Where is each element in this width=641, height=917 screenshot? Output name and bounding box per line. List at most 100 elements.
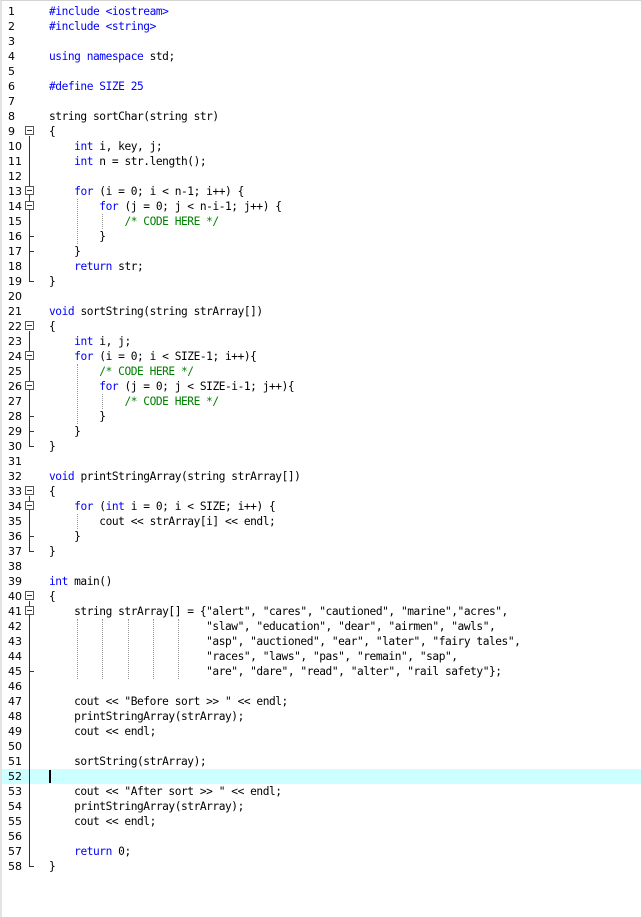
code-text[interactable]: for (int i = 0; i < SIZE; i++) { xyxy=(49,499,276,514)
code-editor[interactable]: 1 #include <iostream> 2 #include <string> 3 4… xyxy=(0,0,641,917)
code-line[interactable]: 31 xyxy=(2,454,641,469)
code-line[interactable]: 12 xyxy=(2,169,641,184)
code-line[interactable]: 16 } xyxy=(2,229,641,244)
code-text[interactable]: cout << endl; xyxy=(49,814,156,829)
code-line[interactable]: 11 int n = str.length(); xyxy=(2,154,641,169)
code-line[interactable]: 56 xyxy=(2,829,641,844)
collapse-icon[interactable] xyxy=(25,381,34,390)
code-text[interactable]: for (i = 0; i < n-1; i++) { xyxy=(49,184,244,199)
code-line[interactable]: 55 cout << endl; xyxy=(2,814,641,829)
code-text[interactable]: int i, j; xyxy=(49,334,131,349)
code-line[interactable]: 32 void printStringArray(string strArray[… xyxy=(2,469,641,484)
code-text[interactable]: printStringArray(strArray); xyxy=(49,799,244,814)
code-line[interactable]: 1 #include <iostream> xyxy=(2,4,641,19)
code-line[interactable]: 15 /* CODE HERE */ xyxy=(2,214,641,229)
code-text[interactable]: cout << strArray[i] << endl; xyxy=(49,514,275,529)
code-text[interactable]: { xyxy=(49,319,56,334)
code-text[interactable]: for (j = 0; j < n-i-1; j++) { xyxy=(49,199,282,214)
code-line[interactable]: 43 "asp", "auctioned", "ear", "later", "… xyxy=(2,634,641,649)
code-line[interactable]: 38 xyxy=(2,559,641,574)
code-text[interactable]: } xyxy=(49,244,81,259)
code-line[interactable]: 26 for (j = 0; j < SIZE-i-1; j++){ xyxy=(2,379,641,394)
code-line[interactable]: 30} xyxy=(2,439,641,454)
collapse-icon[interactable] xyxy=(25,321,34,330)
code-line[interactable]: 4 using namespace std; xyxy=(2,49,641,64)
code-text[interactable]: /* CODE HERE */ xyxy=(49,214,219,229)
code-text[interactable]: sortString(strArray); xyxy=(49,754,206,769)
code-text[interactable]: for (i = 0; i < SIZE-1; i++){ xyxy=(49,349,257,364)
code-line[interactable]: 58} xyxy=(2,859,641,874)
code-text[interactable]: "asp", "auctioned", "ear", "later", "fai… xyxy=(49,634,521,649)
code-text[interactable]: using namespace std; xyxy=(49,49,175,64)
code-line[interactable]: 40 { xyxy=(2,589,641,604)
code-text[interactable]: int main() xyxy=(49,574,112,589)
code-line[interactable]: 28 } xyxy=(2,409,641,424)
code-line[interactable]: 33 { xyxy=(2,484,641,499)
code-line[interactable]: 44 "races", "laws", "pas", "remain", "sa… xyxy=(2,649,641,664)
collapse-icon[interactable] xyxy=(25,606,34,615)
code-line[interactable]: 7 xyxy=(2,94,641,109)
code-line[interactable]: 36 } xyxy=(2,529,641,544)
code-line[interactable]: 13 for (i = 0; i < n-1; i++) { xyxy=(2,184,641,199)
code-text[interactable]: void printStringArray(string strArray[]) xyxy=(49,469,301,484)
collapse-icon[interactable] xyxy=(25,351,34,360)
code-text[interactable]: { xyxy=(49,124,56,139)
collapse-icon[interactable] xyxy=(25,591,34,600)
code-line[interactable]: 24 for (i = 0; i < SIZE-1; i++){ xyxy=(2,349,641,364)
code-line[interactable]: 35 cout << strArray[i] << endl; xyxy=(2,514,641,529)
code-line[interactable]: 3 xyxy=(2,34,641,49)
code-text[interactable]: return 0; xyxy=(49,844,131,859)
code-text[interactable]: /* CODE HERE */ xyxy=(49,394,219,409)
code-text[interactable]: #include <iostream> xyxy=(49,4,169,19)
code-text[interactable]: cout << "After sort >> " << endl; xyxy=(49,784,282,799)
collapse-icon[interactable] xyxy=(25,126,34,135)
code-line[interactable]: 48 printStringArray(strArray); xyxy=(2,709,641,724)
code-text[interactable]: } xyxy=(49,529,81,544)
code-line[interactable]: 27 /* CODE HERE */ xyxy=(2,394,641,409)
code-text[interactable]: void sortString(string strArray[]) xyxy=(49,304,263,319)
code-text[interactable]: int n = str.length(); xyxy=(49,154,206,169)
code-line[interactable]: 19} xyxy=(2,274,641,289)
collapse-icon[interactable] xyxy=(25,501,34,510)
code-line[interactable]: 8 string sortChar(string str) xyxy=(2,109,641,124)
code-line[interactable]: 39 int main() xyxy=(2,574,641,589)
code-line[interactable]: 45 "are", "dare", "read", "alter", "rail… xyxy=(2,664,641,679)
code-line[interactable]: 41 string strArray[] = {"alert", "cares"… xyxy=(2,604,641,619)
code-line[interactable]: 34 for (int i = 0; i < SIZE; i++) { xyxy=(2,499,641,514)
code-line[interactable]: 14 for (j = 0; j < n-i-1; j++) { xyxy=(2,199,641,214)
code-text[interactable]: "are", "dare", "read", "alter", "rail sa… xyxy=(49,664,502,679)
code-text[interactable]: cout << endl; xyxy=(49,724,156,739)
code-text[interactable]: "races", "laws", "pas", "remain", "sap", xyxy=(49,649,458,664)
code-line[interactable]: 49 cout << endl; xyxy=(2,724,641,739)
code-text[interactable]: /* CODE HERE */ xyxy=(49,364,194,379)
code-text[interactable]: } xyxy=(49,544,56,559)
code-line[interactable]: 25 /* CODE HERE */ xyxy=(2,364,641,379)
current-line[interactable]: 52 xyxy=(2,769,641,784)
code-text[interactable]: { xyxy=(49,589,56,604)
code-text[interactable]: } xyxy=(49,274,56,289)
code-line[interactable]: 53 cout << "After sort >> " << endl; xyxy=(2,784,641,799)
code-text[interactable]: { xyxy=(49,484,56,499)
code-text[interactable]: string strArray[] = {"alert", "cares", "… xyxy=(49,604,508,619)
code-text[interactable]: int i, key, j; xyxy=(49,139,162,154)
collapse-icon[interactable] xyxy=(25,201,34,210)
code-line[interactable]: 5 xyxy=(2,64,641,79)
code-line[interactable]: 22 { xyxy=(2,319,641,334)
code-text[interactable]: } xyxy=(49,859,56,874)
code-line[interactable]: 6 #define SIZE 25 xyxy=(2,79,641,94)
code-line[interactable]: 17 } xyxy=(2,244,641,259)
code-line[interactable]: 37} xyxy=(2,544,641,559)
code-line[interactable]: 29 } xyxy=(2,424,641,439)
code-line[interactable]: 46 xyxy=(2,679,641,694)
code-line[interactable]: 21 void sortString(string strArray[]) xyxy=(2,304,641,319)
collapse-icon[interactable] xyxy=(25,186,34,195)
code-line[interactable]: 50 xyxy=(2,739,641,754)
code-text[interactable]: #define SIZE 25 xyxy=(49,79,144,94)
code-text[interactable]: } xyxy=(49,424,81,439)
code-text[interactable]: } xyxy=(49,439,56,454)
code-text[interactable]: cout << "Before sort >> " << endl; xyxy=(49,694,288,709)
code-text[interactable]: return str; xyxy=(49,259,144,274)
code-text[interactable]: printStringArray(strArray); xyxy=(49,709,244,724)
code-line[interactable]: 57 return 0; xyxy=(2,844,641,859)
code-line[interactable]: 54 printStringArray(strArray); xyxy=(2,799,641,814)
